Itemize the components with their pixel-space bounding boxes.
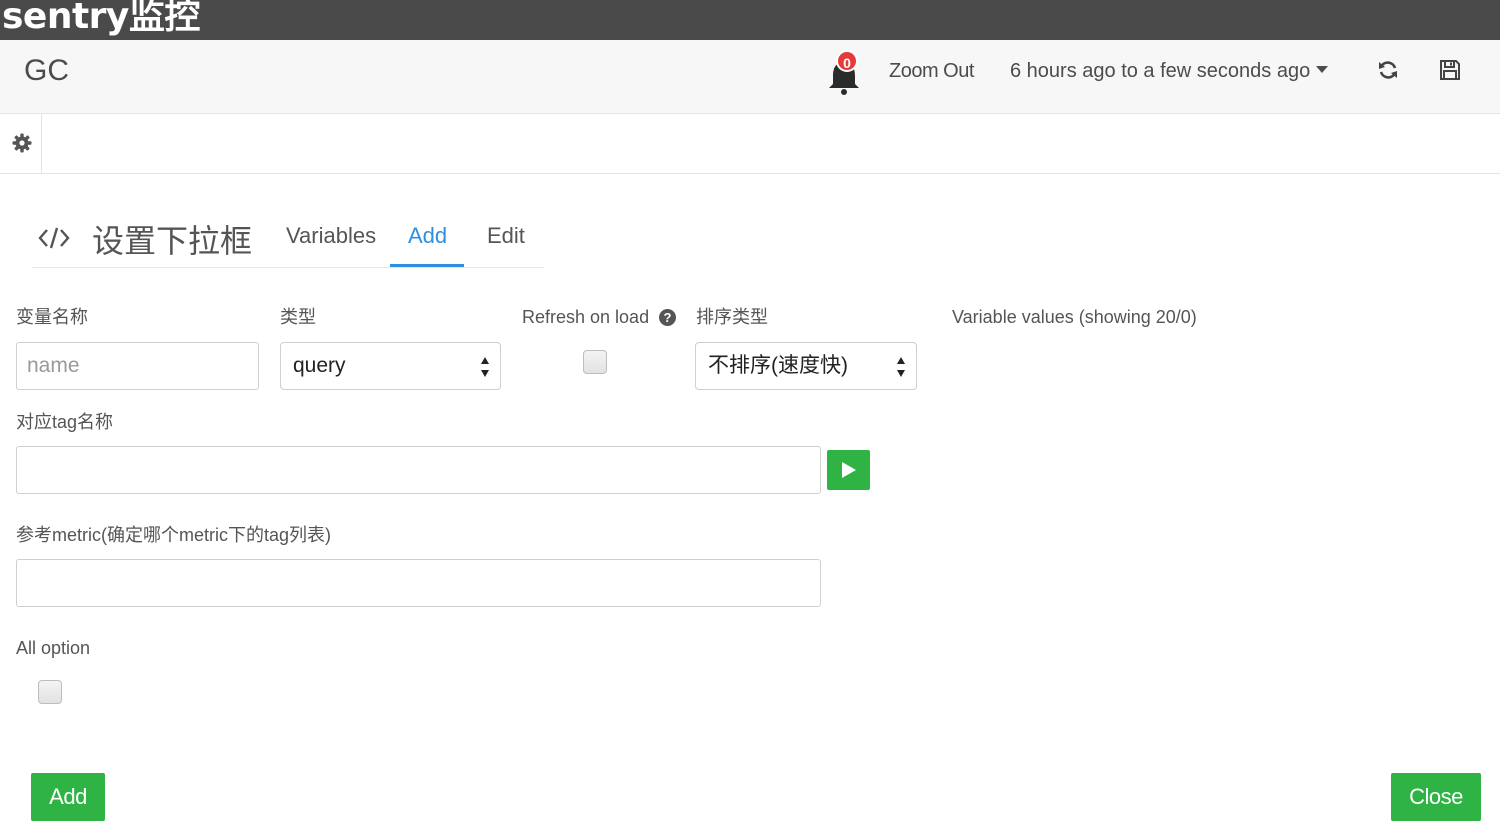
help-icon[interactable]: ? xyxy=(659,309,676,326)
all-option-label: All option xyxy=(16,638,91,658)
run-query-button[interactable] xyxy=(827,450,870,490)
tab-edit[interactable]: Edit xyxy=(487,222,525,250)
editor-title: 设置下拉框 xyxy=(92,222,253,260)
app-titlebar: sentry监控 xyxy=(0,0,1500,40)
refresh-on-load-label: Refresh on load xyxy=(522,307,650,327)
variable-name-label: 变量名称 xyxy=(16,307,88,327)
select-arrows-icon xyxy=(897,357,905,377)
variable-editor-header: 设置下拉框 Variables Add Edit xyxy=(32,200,544,270)
time-range-label: 6 hours ago to a few seconds ago xyxy=(1010,60,1311,82)
zoom-out-button[interactable]: Zoom Out xyxy=(889,58,974,84)
time-range-picker[interactable]: 6 hours ago to a few seconds ago xyxy=(1010,58,1329,84)
play-icon xyxy=(842,462,856,478)
code-icon xyxy=(38,227,70,249)
tab-variables[interactable]: Variables xyxy=(286,222,376,250)
variable-values-label: Variable values (showing 20/0) xyxy=(952,307,1197,327)
variable-name-input[interactable] xyxy=(16,342,259,390)
refresh-on-load-checkbox[interactable] xyxy=(583,350,607,374)
caret-down-icon xyxy=(1316,66,1329,74)
tabs-divider xyxy=(32,267,544,268)
dashboard-navbar: GC 0 Zoom Out 6 hours ago to a few secon… xyxy=(0,40,1500,114)
all-option-checkbox[interactable] xyxy=(38,680,62,704)
add-variable-button[interactable]: Add xyxy=(31,773,105,821)
type-label: 类型 xyxy=(280,307,316,327)
reference-metric-label: 参考metric(确定哪个metric下的tag列表) xyxy=(16,525,332,545)
alert-count-badge: 0 xyxy=(836,50,858,72)
gear-icon xyxy=(12,133,32,153)
dashboard-title[interactable]: GC xyxy=(24,54,69,88)
settings-button[interactable] xyxy=(2,114,42,174)
type-select[interactable]: query xyxy=(280,342,501,390)
save-dashboard-button[interactable] xyxy=(1438,58,1462,82)
select-arrows-icon xyxy=(481,357,489,377)
save-icon xyxy=(1440,60,1460,80)
alerts-button[interactable]: 0 xyxy=(824,50,864,98)
tab-add[interactable]: Add xyxy=(408,222,447,250)
sort-type-select[interactable]: 不排序(速度快) xyxy=(695,342,917,390)
refresh-icon xyxy=(1379,61,1397,79)
dashboard-settings-row xyxy=(0,114,1500,174)
refresh-button[interactable] xyxy=(1376,58,1400,82)
type-select-value: query xyxy=(293,354,346,377)
reference-metric-input[interactable] xyxy=(16,559,821,607)
app-title: sentry监控 xyxy=(2,0,200,37)
tag-name-label: 对应tag名称 xyxy=(16,412,114,432)
tag-name-input[interactable] xyxy=(16,446,821,494)
sort-type-select-value: 不排序(速度快) xyxy=(708,354,848,377)
sort-type-label: 排序类型 xyxy=(696,307,768,327)
close-button[interactable]: Close xyxy=(1391,773,1481,821)
